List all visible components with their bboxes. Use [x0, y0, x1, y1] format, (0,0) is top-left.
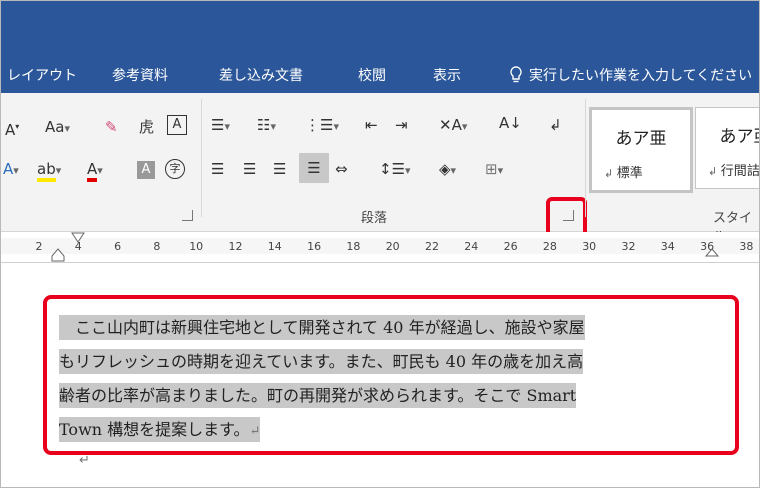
right-indent-marker-icon[interactable]	[705, 248, 719, 262]
shading-icon[interactable]: ◈▾	[439, 159, 456, 181]
tab-review[interactable]: 校閲	[358, 65, 386, 85]
clear-format-icon[interactable]: ✎	[105, 117, 118, 137]
tab-references[interactable]: 参考資料	[112, 65, 168, 85]
font-dialog-launcher-icon[interactable]	[182, 210, 193, 221]
launcher-highlight-box	[546, 197, 587, 237]
hanging-indent-marker-icon[interactable]	[51, 248, 65, 262]
ruler-tick-label: 28	[542, 240, 557, 253]
empty-paragraph-mark: ↵	[79, 453, 90, 468]
tab-mailings[interactable]: 差し込み文書	[219, 65, 303, 85]
word-window: レイアウト 参考資料 差し込み文書 校閲 表示 実行したい作業を入力してください…	[0, 0, 760, 488]
group-separator	[585, 99, 586, 217]
tab-layout[interactable]: レイアウト	[7, 65, 77, 85]
style-sample: あア亜	[719, 127, 760, 147]
multilevel-list-icon[interactable]: ⋮☰▾	[305, 115, 339, 137]
title-band: レイアウト 参考資料 差し込み文書 校閲 表示 実行したい作業を入力してください	[1, 1, 759, 93]
char-shading-icon[interactable]: A	[137, 161, 155, 179]
highlight-color-icon[interactable]: ab▾	[37, 159, 61, 182]
show-marks-icon[interactable]: ↲	[549, 115, 562, 135]
ruler-tick-label: 22	[425, 240, 439, 253]
change-case-label: Aa	[45, 118, 65, 136]
tell-me-box[interactable]: 実行したい作業を入力してください	[509, 65, 752, 85]
sort-icon[interactable]: A↓	[499, 113, 522, 133]
font-size-increase-icon[interactable]: A▾	[5, 117, 19, 140]
font-color-icon[interactable]: A▾	[87, 159, 103, 182]
ruler-tick-label: 16	[307, 240, 322, 253]
ruler-tick-label: 14	[267, 240, 282, 253]
justify-icon[interactable]: ☰	[299, 153, 329, 183]
align-center-icon[interactable]: ☰	[243, 159, 256, 179]
style-normal[interactable]: あア亜 ↲ 標準	[589, 107, 693, 193]
enclose-char-icon[interactable]: 字	[165, 159, 185, 179]
ruler-tick-label: 12	[228, 240, 243, 253]
ruler-tick-label: 2	[35, 240, 43, 253]
char-spacing-icon[interactable]: ✕A▾	[439, 115, 467, 137]
phonetic-guide-icon[interactable]: ⻁	[139, 117, 154, 137]
bullets-icon[interactable]: ☰▾	[211, 115, 230, 137]
group-separator	[201, 99, 202, 217]
text-effect-icon[interactable]: A▾	[3, 159, 19, 181]
first-line-indent-marker-icon[interactable]	[71, 232, 85, 244]
ruler-tick-label: 34	[660, 240, 675, 253]
ruler-tick-label: 18	[346, 240, 361, 253]
style-sample: あア亜	[615, 129, 667, 149]
align-right-icon[interactable]: ☰	[273, 159, 286, 179]
change-case-button[interactable]: Aa▾	[45, 117, 70, 139]
selection-highlight-box	[43, 295, 739, 455]
paragraph-group-label: 段落	[361, 211, 388, 226]
numbering-icon[interactable]: ☷▾	[257, 115, 276, 137]
ribbon: A▾ Aa▾ ✎ ⻁ A A▾ ab▾ A▾ A 字 ☰▾ ☷▾ ⋮☰▾ ⇤ ⇥…	[1, 93, 760, 245]
borders-icon[interactable]: ⊞▾	[485, 159, 503, 181]
horizontal-ruler[interactable]: 2 4 6 8 10 12 14 16 18 20 22 24 26 28 30 32 34 36 38	[1, 232, 759, 263]
increase-indent-icon[interactable]: ⇥	[395, 115, 408, 135]
style-name: ↲ 標準	[604, 166, 643, 181]
tell-me-text: 実行したい作業を入力してください	[529, 68, 753, 84]
ruler-tick-label: 38	[739, 240, 754, 253]
align-left-icon[interactable]: ☰	[211, 159, 224, 179]
tab-view[interactable]: 表示	[433, 65, 461, 85]
ruler-tick-label: 32	[621, 240, 636, 253]
distribute-icon[interactable]: ⇔	[335, 159, 348, 179]
ruler-tick-label: 10	[189, 240, 204, 253]
document-area[interactable]: ここ山内町は新興住宅地として開発されて 40 年が経過し、施設や家屋 もリフレッ…	[1, 263, 759, 487]
ruler-tick-label: 6	[114, 240, 122, 253]
ruler-tick-label: 26	[503, 240, 518, 253]
ruler-tick-label: 30	[582, 240, 597, 253]
ruler-tick-label: 20	[385, 240, 400, 253]
style-name: ↲ 行間詰	[708, 164, 760, 179]
ruler-tick-label: 8	[153, 240, 161, 253]
lightbulb-icon	[510, 66, 522, 83]
style-no-spacing[interactable]: あア亜 ↲ 行間詰	[695, 107, 760, 189]
decrease-indent-icon[interactable]: ⇤	[365, 115, 378, 135]
line-spacing-icon[interactable]: ↕☰▾	[379, 159, 411, 181]
char-border-icon[interactable]: A	[167, 115, 187, 135]
ruler-tick-label: 24	[464, 240, 479, 253]
